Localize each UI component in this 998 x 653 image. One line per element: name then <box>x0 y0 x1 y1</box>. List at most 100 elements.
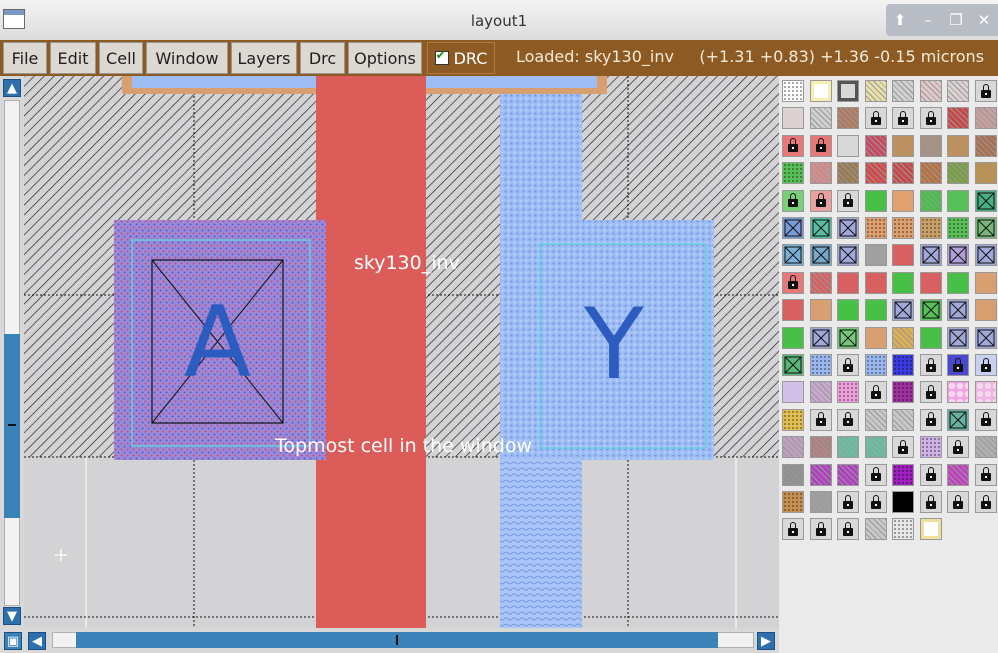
layer-swatch[interactable] <box>947 162 969 185</box>
layer-swatch[interactable] <box>947 299 969 322</box>
layer-swatch[interactable] <box>809 463 832 486</box>
layer-swatch[interactable] <box>892 326 914 349</box>
layer-swatch[interactable] <box>892 189 914 212</box>
layer-swatch[interactable] <box>947 326 969 349</box>
layer-swatch[interactable] <box>837 518 859 541</box>
layer-swatch[interactable] <box>974 408 997 431</box>
zoom-fit-icon[interactable]: ▣ <box>4 632 22 650</box>
drc-toggle[interactable]: DRC <box>427 42 495 74</box>
layer-swatch[interactable] <box>974 381 997 404</box>
layer-swatch[interactable] <box>974 217 997 239</box>
layer-swatch[interactable] <box>892 354 914 376</box>
layer-swatch[interactable] <box>782 436 804 459</box>
layer-swatch[interactable] <box>892 518 914 541</box>
layer-swatch[interactable] <box>947 244 969 267</box>
layer-swatch[interactable] <box>974 491 997 513</box>
layer-swatch[interactable] <box>864 217 887 239</box>
layer-swatch[interactable] <box>864 271 887 294</box>
layer-swatch[interactable] <box>864 518 887 541</box>
layer-swatch[interactable] <box>919 436 942 459</box>
layer-swatch[interactable] <box>919 518 942 541</box>
layer-swatch[interactable] <box>864 162 887 185</box>
scroll-left-icon[interactable]: ◀ <box>28 632 46 650</box>
layer-swatch[interactable] <box>919 491 942 513</box>
menu-edit[interactable]: Edit <box>50 42 96 74</box>
layer-swatch[interactable] <box>809 326 832 349</box>
layer-swatch[interactable] <box>809 518 832 541</box>
layer-swatch[interactable] <box>809 134 832 157</box>
layer-swatch[interactable] <box>864 80 887 102</box>
layer-swatch[interactable] <box>974 326 997 349</box>
menu-cell[interactable]: Cell <box>99 42 143 74</box>
layer-swatch[interactable] <box>892 463 914 486</box>
scroll-down-icon[interactable]: ▼ <box>3 607 21 625</box>
maximize-icon[interactable]: ❐ <box>945 11 967 29</box>
layer-swatch[interactable] <box>919 217 942 239</box>
layer-swatch[interactable] <box>892 408 914 431</box>
layer-swatch[interactable] <box>837 326 859 349</box>
layer-swatch[interactable] <box>919 271 942 294</box>
layer-swatch[interactable] <box>947 491 969 513</box>
layer-swatch[interactable] <box>864 463 887 486</box>
layout-canvas[interactable]: A Y sky130_inv Topmost cell in the windo… <box>24 76 779 628</box>
layer-swatch[interactable] <box>864 189 887 212</box>
layer-swatch[interactable] <box>919 162 942 185</box>
layer-swatch[interactable] <box>782 162 804 185</box>
layer-swatch[interactable] <box>947 463 969 486</box>
menu-window[interactable]: Window <box>146 42 228 74</box>
layer-swatch[interactable] <box>809 107 832 130</box>
menu-drc[interactable]: Drc <box>300 42 345 74</box>
horizontal-scroll-thumb[interactable] <box>76 632 718 648</box>
layer-swatch[interactable] <box>864 244 887 267</box>
layer-swatch[interactable] <box>974 244 997 267</box>
layer-swatch[interactable] <box>837 381 859 404</box>
layer-swatch[interactable] <box>782 80 804 102</box>
layer-swatch[interactable] <box>809 491 832 513</box>
layer-swatch[interactable] <box>809 217 832 239</box>
layer-swatch[interactable] <box>837 80 859 102</box>
layer-swatch[interactable] <box>974 162 997 185</box>
layer-swatch[interactable] <box>837 189 859 212</box>
layer-swatch[interactable] <box>919 244 942 267</box>
layer-swatch[interactable] <box>809 408 832 431</box>
drc-checkbox[interactable] <box>434 48 449 65</box>
layer-swatch[interactable] <box>892 134 914 157</box>
layer-swatch[interactable] <box>782 518 804 541</box>
keep-above-icon[interactable]: ⬆ <box>889 11 911 29</box>
layer-swatch[interactable] <box>809 354 832 376</box>
layer-swatch[interactable] <box>837 107 859 130</box>
layer-swatch[interactable] <box>782 217 804 239</box>
layer-swatch[interactable] <box>974 436 997 459</box>
layer-swatch[interactable] <box>837 134 859 157</box>
layer-swatch[interactable] <box>864 107 887 130</box>
layer-swatch[interactable] <box>782 354 804 376</box>
layer-swatch[interactable] <box>809 436 832 459</box>
layer-swatch[interactable] <box>782 326 804 349</box>
layer-swatch[interactable] <box>782 271 804 294</box>
layer-swatch[interactable] <box>892 271 914 294</box>
layer-swatch[interactable] <box>974 354 997 376</box>
layer-swatch[interactable] <box>837 244 859 267</box>
layer-swatch[interactable] <box>974 134 997 157</box>
vertical-scroll-thumb[interactable] <box>4 334 20 518</box>
layer-swatch[interactable] <box>837 271 859 294</box>
layer-swatch[interactable] <box>919 463 942 486</box>
layer-swatch[interactable] <box>782 134 804 157</box>
layer-swatch[interactable] <box>782 463 804 486</box>
layer-swatch[interactable] <box>947 354 969 376</box>
layer-swatch[interactable] <box>974 107 997 130</box>
layer-swatch[interactable] <box>864 354 887 376</box>
layer-swatch[interactable] <box>809 381 832 404</box>
layer-swatch[interactable] <box>892 299 914 322</box>
layer-swatch[interactable] <box>919 326 942 349</box>
layer-swatch[interactable] <box>809 271 832 294</box>
layer-swatch[interactable] <box>892 162 914 185</box>
layer-swatch[interactable] <box>864 436 887 459</box>
layer-swatch[interactable] <box>892 436 914 459</box>
layer-swatch[interactable] <box>809 162 832 185</box>
layer-swatch[interactable] <box>974 299 997 322</box>
layer-swatch[interactable] <box>864 134 887 157</box>
layer-swatch[interactable] <box>947 436 969 459</box>
horizontal-scrollbar[interactable]: ▣ ◀ ▶ <box>0 628 779 653</box>
layer-swatch[interactable] <box>809 244 832 267</box>
